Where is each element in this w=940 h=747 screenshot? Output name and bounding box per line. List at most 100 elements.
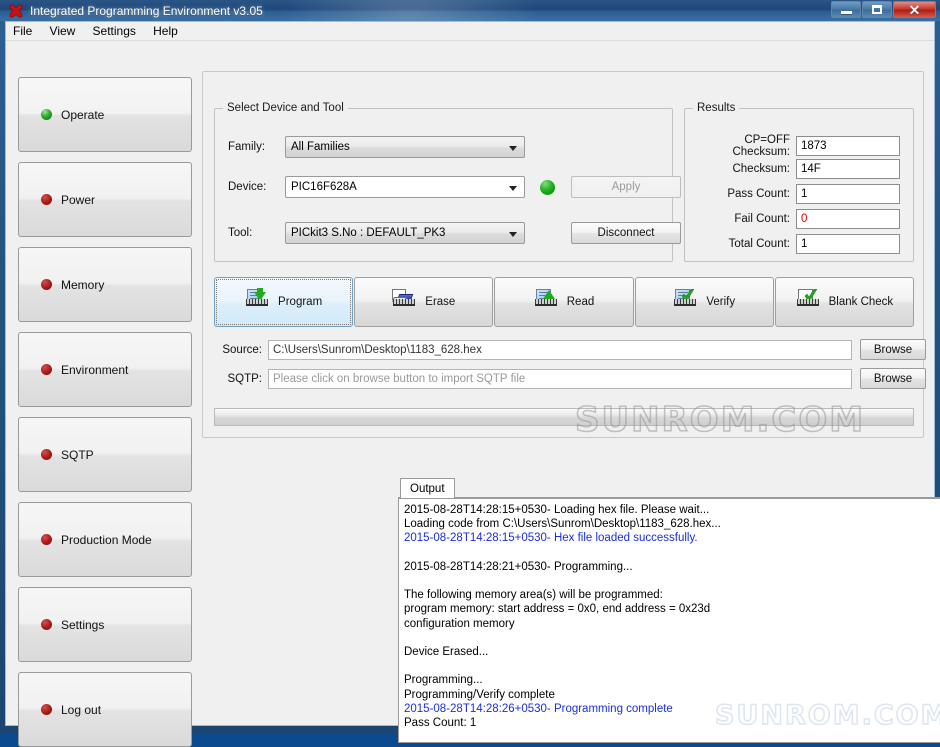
sqtp-path-input[interactable]: Please click on browse button to import … <box>268 368 852 389</box>
verify-button[interactable]: Verify <box>634 277 774 327</box>
close-button[interactable]: ✕ <box>893 1 936 18</box>
source-browse-button[interactable]: Browse <box>860 339 926 360</box>
select-device-and-tool-group: Select Device and Tool Family: All Famil… <box>214 102 681 262</box>
result-value: 14F <box>801 163 821 175</box>
verify-label: Verify <box>706 296 736 308</box>
chevron-down-icon <box>509 232 517 237</box>
group-legend: Results <box>697 102 736 114</box>
output-log-line: 2015-08-28T14:28:15+0530- Loading hex fi… <box>404 504 710 516</box>
tool-select[interactable]: PICkit3 S.No : DEFAULT_PK3 <box>285 222 525 244</box>
result-value: 1 <box>801 188 808 200</box>
program-button[interactable]: Program <box>214 277 354 327</box>
tool-label: Tool: <box>228 227 253 239</box>
sidebar-item-production-mode[interactable]: Production Mode <box>18 502 192 577</box>
menu-item-settings[interactable]: Settings <box>86 22 143 41</box>
family-label: Family: <box>228 141 266 153</box>
cp-off-checksum-field[interactable]: 1873 <box>796 136 900 156</box>
chevron-down-icon <box>509 186 517 191</box>
erase-button[interactable]: Erase <box>354 277 494 327</box>
group-legend: Select Device and Tool <box>227 102 344 114</box>
main-column: Select Device and Tool Family: All Famil… <box>202 71 940 743</box>
output-log-line <box>404 659 940 673</box>
sqtp-placeholder: Please click on browse button to import … <box>273 372 526 385</box>
erase-label: Erase <box>425 296 456 308</box>
result-row-fail-count: Fail Count: 0 <box>697 209 900 229</box>
menu-bar: File View Settings Help <box>6 22 934 41</box>
result-row-checksum: Checksum: 14F <box>697 159 900 179</box>
sqtp-browse-button[interactable]: Browse <box>860 368 926 389</box>
output-log-line: The following memory area(s) will be pro… <box>404 589 663 602</box>
result-label: Pass Count: <box>727 188 790 200</box>
sqtp-label: SQTP: <box>227 372 262 385</box>
close-icon: ✕ <box>908 1 921 18</box>
sidebar-item-settings[interactable]: Settings <box>18 587 192 662</box>
browse-label: Browse <box>873 372 913 385</box>
menu-item-view[interactable]: View <box>43 22 83 41</box>
read-label: Read <box>566 296 595 308</box>
client-area: File View Settings Help Operate Power Me… <box>5 21 940 747</box>
title-bar: Integrated Programming Environment v3.05… <box>0 0 940 21</box>
connection-status-led-icon <box>540 179 555 195</box>
source-path-input[interactable]: C:\Users\Sunrom\Desktop\1183_628.hex <box>268 339 852 360</box>
output-log-line <box>404 574 940 588</box>
sidebar-item-sqtp[interactable]: SQTP <box>18 417 192 492</box>
output-log-box[interactable]: 2015-08-28T14:28:15+0530- Loading hex fi… <box>398 498 940 743</box>
results-group: Results CP=OFF Checksum: 1873 Checksum: … <box>684 102 914 262</box>
device-select[interactable]: PIC16F628A <box>285 176 525 198</box>
sidebar-item-power[interactable]: Power <box>18 162 192 237</box>
erase-icon <box>392 289 418 315</box>
status-led-red-icon <box>41 194 52 205</box>
result-label: Checksum: <box>732 163 790 175</box>
tab-output[interactable]: Output <box>400 478 455 498</box>
total-count-field[interactable]: 1 <box>796 234 900 254</box>
disconnect-button[interactable]: Disconnect <box>571 222 681 244</box>
sidebar-item-operate[interactable]: Operate <box>18 77 192 152</box>
status-led-red-icon <box>41 534 52 545</box>
sidebar-item-log-out[interactable]: Log out <box>18 672 192 747</box>
apply-button[interactable]: Apply <box>571 176 681 198</box>
source-row: Source: C:\Users\Sunrom\Desktop\1183_628… <box>214 339 926 360</box>
apply-label: Apply <box>611 181 641 193</box>
sidebar-item-label: Environment <box>61 362 129 377</box>
family-value: All Families <box>291 141 350 153</box>
pass-count-field[interactable]: 1 <box>796 184 900 204</box>
maximize-button[interactable] <box>862 1 892 18</box>
result-row-pass-count: Pass Count: 1 <box>697 184 900 204</box>
result-label: Fail Count: <box>734 213 790 225</box>
menu-item-file[interactable]: File <box>6 22 39 41</box>
output-log-line <box>404 546 940 560</box>
sidebar-item-memory[interactable]: Memory <box>18 247 192 322</box>
sidebar-item-environment[interactable]: Environment <box>18 332 192 407</box>
tab-strip: Output <box>398 478 940 498</box>
tab-output-label: Output <box>410 482 445 495</box>
blank-check-icon <box>796 289 822 315</box>
sidebar-item-label: Log out <box>61 702 102 717</box>
menu-item-help[interactable]: Help <box>146 22 185 41</box>
sidebar-item-label: SQTP <box>61 447 94 462</box>
checksum-field[interactable]: 14F <box>796 159 900 179</box>
result-row-total-count: Total Count: 1 <box>697 234 900 254</box>
fail-count-field[interactable]: 0 <box>796 209 900 229</box>
blank-check-button[interactable]: Blank Check <box>774 277 915 327</box>
app-icon <box>8 3 24 19</box>
blank-check-label: Blank Check <box>828 296 894 308</box>
progress-bar <box>214 408 914 426</box>
output-log-line: 2015-08-28T14:28:26+0530- Programming co… <box>404 702 673 715</box>
maximize-icon <box>872 5 882 14</box>
result-value: 1 <box>801 238 808 250</box>
application-window: Integrated Programming Environment v3.05… <box>0 0 940 747</box>
device-value: PIC16F628A <box>291 181 357 193</box>
minimize-button[interactable] <box>831 1 861 18</box>
disconnect-label: Disconnect <box>597 227 655 239</box>
read-button[interactable]: Read <box>494 277 634 327</box>
output-log-line <box>404 631 940 645</box>
source-label: Source: <box>222 343 262 356</box>
sidebar-item-label: Operate <box>61 107 105 122</box>
sidebar: Operate Power Memory Environment SQTP Pr… <box>18 77 192 747</box>
action-button-bar: Program Erase Read Verify Blank Check <box>214 277 915 327</box>
output-log-line: configuration memory <box>404 617 515 630</box>
status-led-red-icon <box>41 619 52 630</box>
status-led-red-icon <box>41 364 52 375</box>
status-led-red-icon <box>41 704 52 715</box>
family-select[interactable]: All Families <box>285 136 525 158</box>
